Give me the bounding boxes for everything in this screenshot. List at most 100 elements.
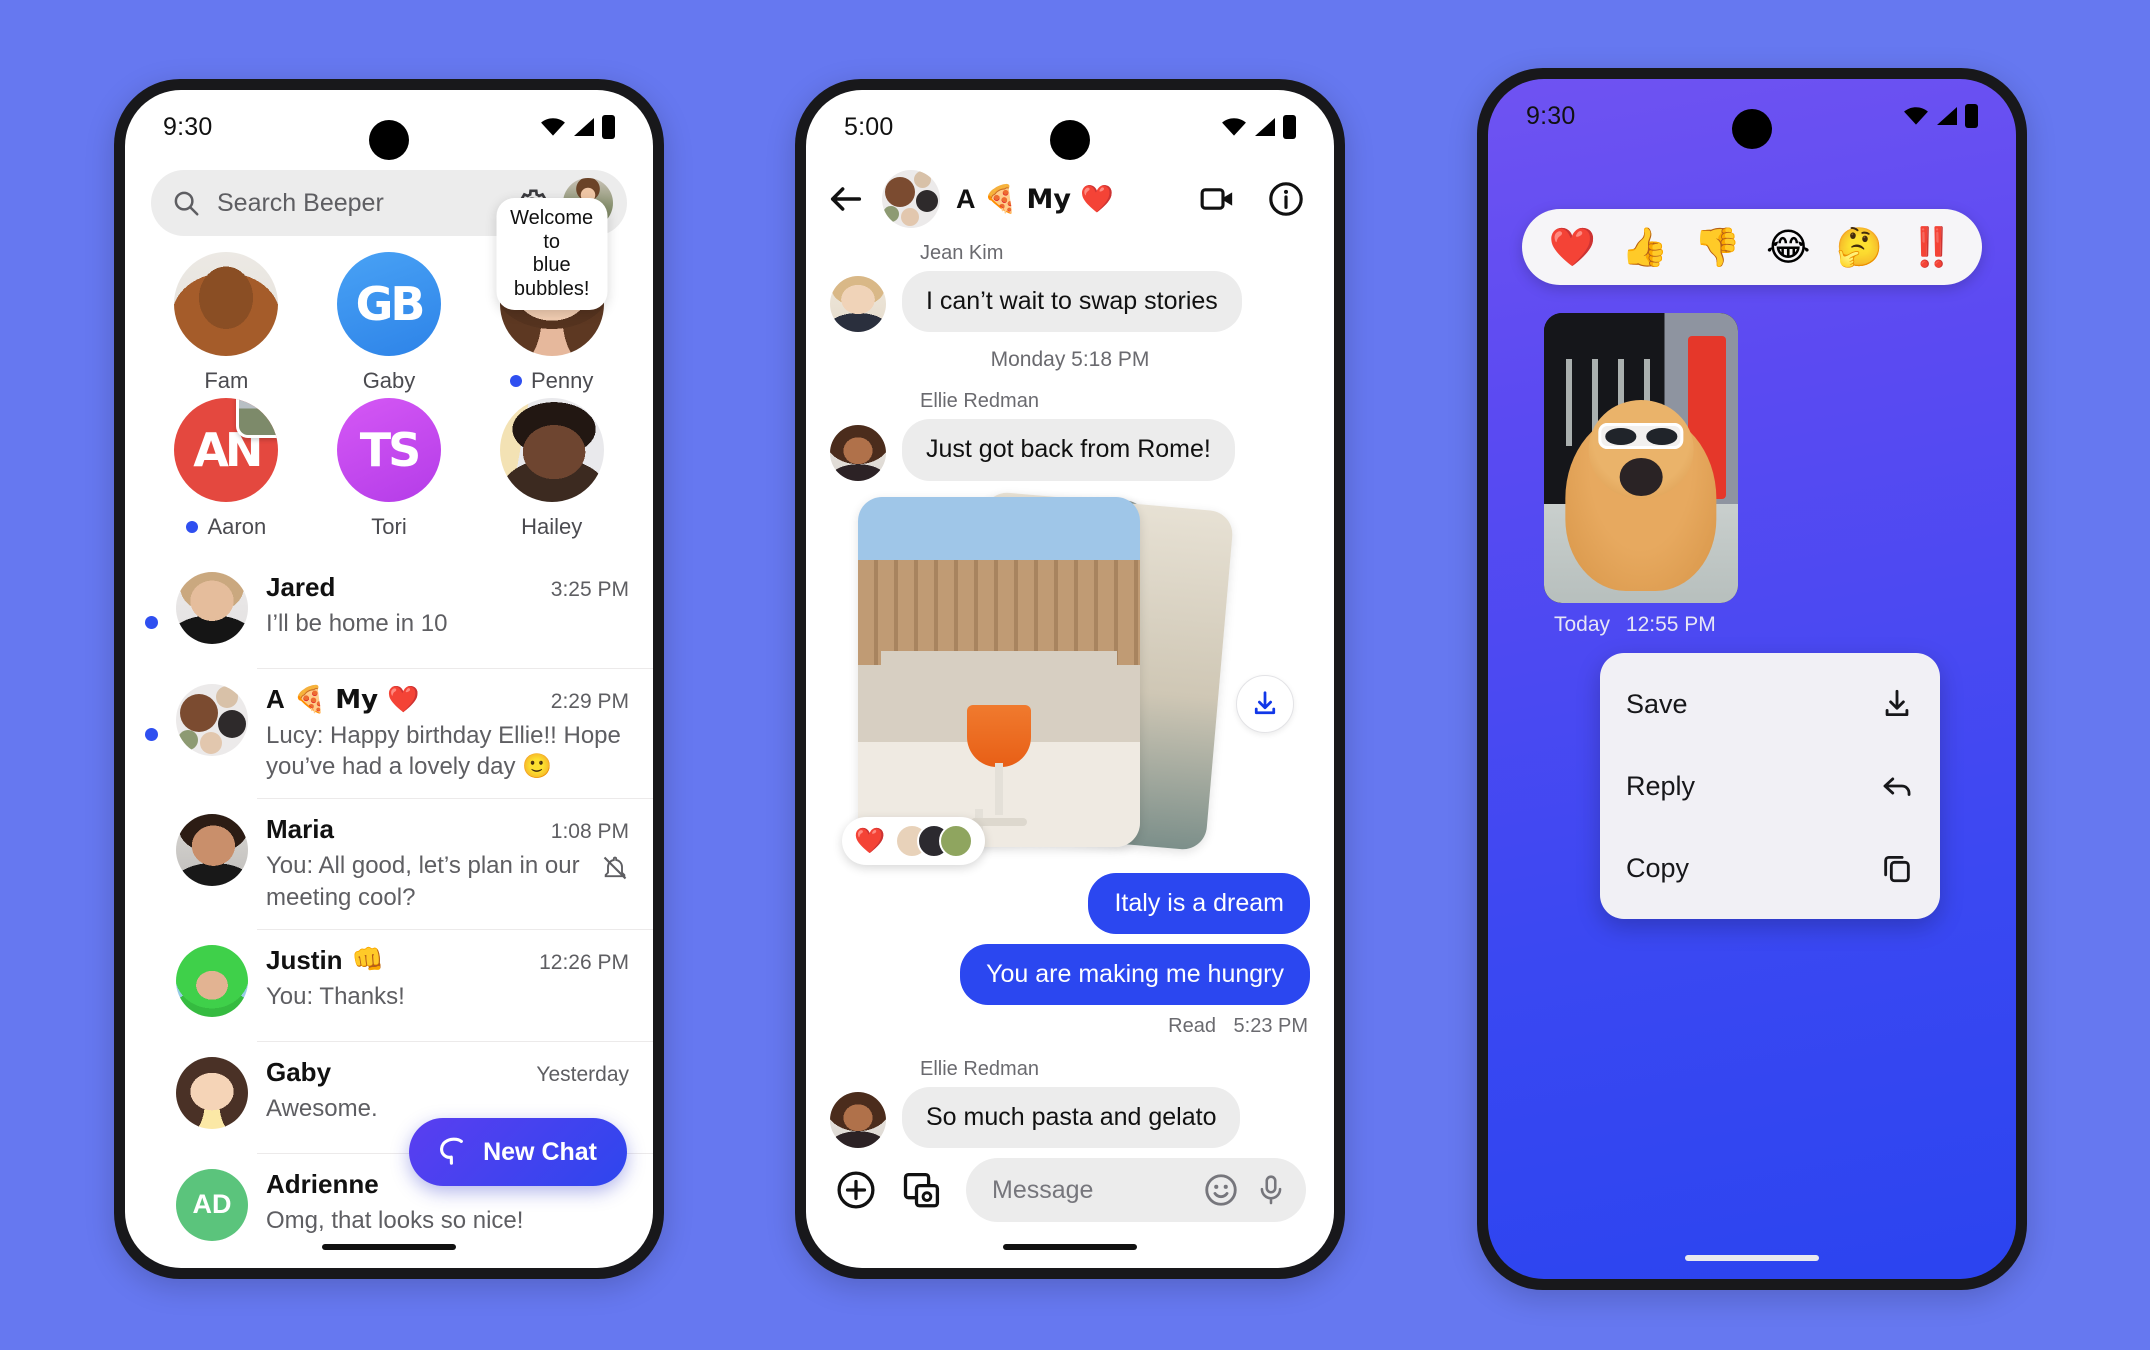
info-icon[interactable]: [1266, 179, 1306, 219]
status-icons: [1221, 114, 1296, 140]
emoji-icon[interactable]: [1202, 1171, 1240, 1209]
reaction-thumbs-up-icon[interactable]: 👍: [1621, 228, 1668, 266]
chat-bubble-icon: [440, 1137, 463, 1165]
menu-item-copy[interactable]: Copy: [1600, 827, 1940, 909]
phone-chat-list: 9:30 Search Beeper Fam GB Gaby Welcome t…: [114, 79, 664, 1279]
conversation-title[interactable]: A 🍕 My ❤️: [956, 183, 1115, 216]
chat-name: Justin 👊: [266, 945, 384, 976]
ellie-redman-avatar: [830, 424, 886, 481]
chat-name-text: Maria: [266, 814, 334, 845]
table-row[interactable]: Maria 1:08 PM You: All good, let’s plan …: [125, 798, 653, 928]
status-time: 9:30: [163, 112, 213, 141]
message-sender: Ellie Redman: [920, 390, 1039, 413]
message-placeholder: Message: [992, 1175, 1094, 1204]
status-bar: 9:30: [1488, 79, 2016, 153]
video-call-icon[interactable]: [1198, 179, 1238, 219]
table-row[interactable]: Jared 3:25 PM I’ll be home in 10: [125, 556, 653, 668]
timestamp-time: 12:55 PM: [1625, 613, 1716, 636]
reply-arrow-icon: [1883, 777, 1911, 796]
message-bubble: So much pasta and gelato: [902, 1087, 1241, 1149]
status-time: 5:00: [844, 112, 894, 141]
add-attachment-icon[interactable]: [834, 1168, 878, 1212]
photo-attachment-stack[interactable]: ❤️: [830, 490, 1310, 867]
avatar-initials: TS: [359, 423, 421, 477]
menu-item-save[interactable]: Save: [1600, 663, 1940, 745]
chat-row-top: Gaby Yesterday: [266, 1057, 629, 1088]
chat-preview-text: You: All good, let’s plan in our meeting…: [266, 852, 580, 911]
message-bubble: Italy is a dream: [1088, 872, 1310, 934]
glass-base-art: [971, 817, 1027, 826]
list-item[interactable]: Just got back from Rome!: [830, 419, 1310, 481]
phone-photo-context-menu: 9:30 ❤️ 👍 👎 😂 🤔 ‼️ Today 12:55 PM Save R…: [1477, 68, 2027, 1290]
chat-preview-text: Lucy: Happy birthday Ellie!! Hope you’ve…: [266, 722, 621, 781]
chat-preview-text: Omg, that looks so nice!: [266, 1206, 524, 1234]
favorite-fam[interactable]: Fam: [145, 252, 308, 394]
back-arrow-icon[interactable]: [826, 179, 866, 219]
wifi-icon: [541, 118, 565, 136]
reaction-thumbs-down-icon[interactable]: 👎: [1694, 228, 1741, 266]
chat-name-text: A: [266, 684, 285, 714]
download-button[interactable]: [1236, 674, 1294, 733]
table-row[interactable]: Justin 👊 12:26 PM You: Thanks!: [125, 928, 653, 1041]
chat-row-top: A 🍕 My ❤️ 2:29 PM: [266, 684, 629, 715]
chat-preview: I’ll be home in 10: [266, 608, 629, 639]
conversation-title-text: A: [956, 183, 976, 214]
favorite-aaron[interactable]: AN Aaron: [145, 398, 308, 540]
menu-item-label: Save: [1626, 688, 1688, 719]
context-menu: Save Reply Copy: [1600, 653, 1940, 919]
status-icons: [1903, 103, 1978, 129]
chat-row-body: Maria 1:08 PM You: All good, let’s plan …: [266, 814, 629, 912]
chat-row-body: Justin 👊 12:26 PM You: Thanks!: [266, 945, 629, 1012]
chat-preview: You: All good, let’s plan in our meeting…: [266, 850, 629, 912]
dog-sunglasses-art: [1598, 423, 1684, 450]
favorite-name: Penny: [530, 368, 594, 393]
menu-item-label: Reply: [1626, 770, 1696, 801]
message-sender: Ellie Redman: [920, 1058, 1039, 1080]
message-input[interactable]: Message: [966, 1158, 1306, 1222]
reaction-thinking-icon[interactable]: 🤔: [1836, 228, 1883, 266]
list-item[interactable]: I can’t wait to swap stories: [830, 271, 1310, 333]
photo-card-front[interactable]: [858, 496, 1140, 847]
status-time: 9:30: [1526, 101, 1576, 130]
home-indicator: [1685, 1255, 1819, 1261]
status-bar: 5:00: [806, 90, 1334, 164]
chat-time: 12:26 PM: [539, 950, 629, 974]
conversation-title-emoji: 🍕 My ❤️: [983, 184, 1115, 215]
favorite-label: Tori: [371, 514, 406, 540]
chat-name: Adrienne: [266, 1169, 379, 1200]
conversation-header: A 🍕 My ❤️: [806, 164, 1334, 238]
gb-logo-avatar: GB: [336, 252, 441, 356]
favorite-gaby[interactable]: GB Gaby: [308, 252, 471, 394]
new-chat-button[interactable]: New Chat: [409, 1118, 627, 1186]
favorite-tori[interactable]: TS Tori: [308, 398, 471, 540]
group-avatar[interactable]: [882, 170, 940, 228]
battery-icon: [1965, 104, 1978, 128]
gallery-icon[interactable]: [900, 1168, 944, 1212]
reaction-laughing-icon[interactable]: 😂: [1766, 228, 1810, 266]
favorite-label: Gaby: [363, 368, 416, 394]
list-item[interactable]: Italy is a dream: [830, 872, 1310, 934]
microphone-icon[interactable]: [1254, 1173, 1288, 1207]
list-item[interactable]: You are making me hungry: [830, 943, 1310, 1005]
chat-name-text: Jared: [266, 572, 336, 602]
list-item[interactable]: So much pasta and gelato: [830, 1087, 1310, 1149]
reaction-exclamation-icon[interactable]: ‼️: [1908, 228, 1955, 266]
search-input[interactable]: Search Beeper: [217, 189, 509, 218]
menu-item-reply[interactable]: Reply: [1600, 745, 1940, 827]
unread-dot: [145, 616, 158, 629]
chat-row-body: A 🍕 My ❤️ 2:29 PM Lucy: Happy birthday E…: [266, 684, 629, 782]
favorite-hailey[interactable]: Hailey: [470, 398, 633, 540]
chat-preview-text: I’ll be home in 10: [266, 610, 448, 637]
favorite-penny[interactable]: Welcome to blue bubbles! Penny: [470, 198, 633, 394]
initials-avatar: AD: [176, 1168, 248, 1241]
hailey-photo-avatar: [499, 398, 604, 502]
phone-conversation: 5:00 A 🍕 My ❤️ Jean Kim I can’t wait to …: [795, 79, 1345, 1279]
dog-with-sunglasses-photo[interactable]: [1544, 313, 1738, 603]
download-icon: [1885, 689, 1909, 717]
phone1-screen: 9:30 Search Beeper Fam GB Gaby Welcome t…: [125, 90, 653, 1268]
reaction-pill[interactable]: ❤️: [842, 816, 986, 865]
table-row[interactable]: A 🍕 My ❤️ 2:29 PM Lucy: Happy birthday E…: [125, 668, 653, 798]
favorite-name: Gaby: [362, 368, 416, 393]
avatar-initials: AD: [192, 1189, 232, 1220]
reaction-heart-icon[interactable]: ❤️: [1549, 228, 1596, 266]
